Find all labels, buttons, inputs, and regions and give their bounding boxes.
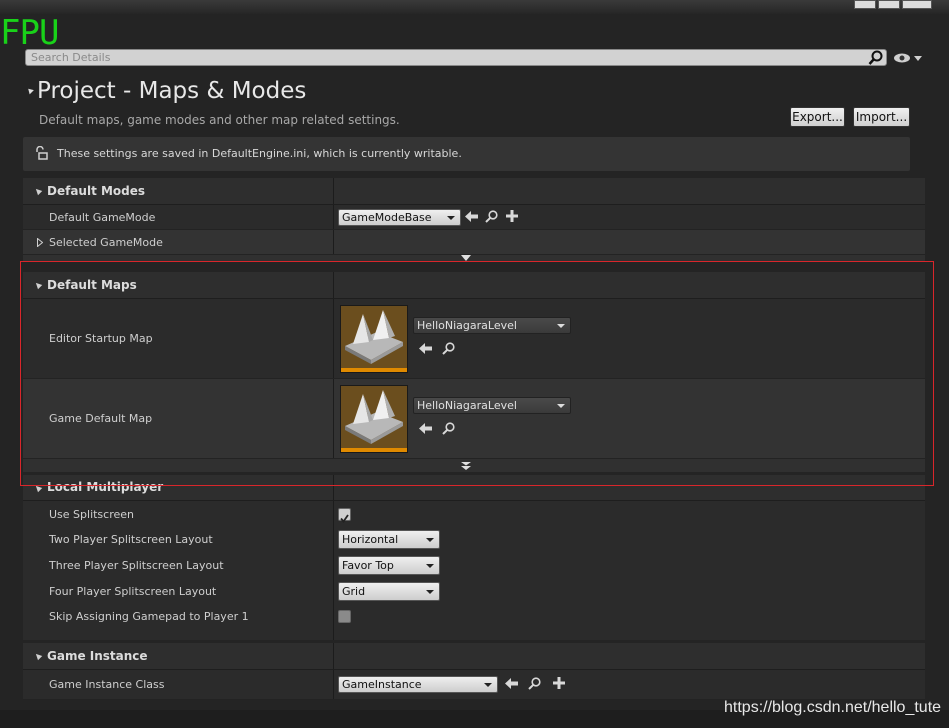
editor-startup-map-dropdown[interactable]: HelloNiagaraLevel xyxy=(413,317,571,334)
export-button[interactable]: Export... xyxy=(790,107,845,127)
chevron-down-icon xyxy=(426,590,434,594)
page-subtitle: Default maps, game modes and other map r… xyxy=(39,113,400,127)
add-plus-icon[interactable] xyxy=(506,210,518,222)
asset-type-bar xyxy=(341,368,407,372)
advanced-expander[interactable] xyxy=(23,255,925,262)
search-bar[interactable]: Search Details xyxy=(25,49,887,66)
expand-arrow-icon[interactable] xyxy=(37,238,43,247)
maximize-button[interactable] xyxy=(878,0,900,9)
debug-overlay-text: FPU xyxy=(0,13,59,53)
skip-gamepad-checkbox[interactable] xyxy=(338,610,351,623)
row-label: Game Default Map xyxy=(49,412,153,425)
dropdown-value: Favor Top xyxy=(342,559,394,572)
search-icon[interactable] xyxy=(868,50,884,66)
row-label: Skip Assigning Gamepad to Player 1 xyxy=(49,610,249,623)
row-label: Game Instance Class xyxy=(49,678,165,691)
game-default-map-dropdown[interactable]: HelloNiagaraLevel xyxy=(413,397,571,414)
default-gamemode-dropdown[interactable]: GameModeBase xyxy=(338,209,461,226)
advanced-expander[interactable] xyxy=(23,459,925,472)
minimize-button[interactable] xyxy=(854,0,876,9)
add-plus-icon[interactable] xyxy=(553,677,565,689)
watermark-text: https://blog.csdn.net/hello_tute xyxy=(724,699,942,716)
collapse-arrow-icon[interactable] xyxy=(26,86,34,95)
game-instance-class-dropdown[interactable]: GameInstance xyxy=(338,676,498,693)
window-title-bar xyxy=(0,0,949,14)
double-chevron-down-icon xyxy=(461,462,471,470)
dropdown-value: HelloNiagaraLevel xyxy=(417,399,517,412)
use-selected-arrow-icon[interactable] xyxy=(465,211,478,222)
chevron-down-icon xyxy=(426,538,434,542)
section-header-game-instance[interactable]: Game Instance xyxy=(23,643,925,670)
notice-text: These settings are saved in DefaultEngin… xyxy=(57,147,462,160)
row-game-instance-class: Game Instance Class GameInstance xyxy=(23,670,925,700)
page-title: Project - Maps & Modes xyxy=(37,78,307,104)
browse-search-icon[interactable] xyxy=(442,342,456,355)
section-title: Game Instance xyxy=(47,649,148,663)
section-game-instance: Game Instance Game Instance Class GameIn… xyxy=(23,643,925,700)
level-thumbnail-icon xyxy=(345,310,403,364)
config-notice: These settings are saved in DefaultEngin… xyxy=(23,137,910,171)
row-label: Use Splitscreen xyxy=(49,508,135,521)
browse-search-icon[interactable] xyxy=(528,677,542,690)
expand-arrow-icon xyxy=(33,483,43,493)
expand-arrow-icon xyxy=(33,280,43,290)
section-title: Local Multiplayer xyxy=(47,480,164,494)
section-title: Default Maps xyxy=(47,278,137,292)
row-game-default-map: Game Default Map HelloNiagaraLevel xyxy=(23,379,925,459)
use-splitscreen-checkbox[interactable] xyxy=(338,508,351,523)
visibility-eye-icon[interactable] xyxy=(893,51,923,65)
chevron-down-icon xyxy=(447,216,455,220)
chevron-down-icon xyxy=(426,564,434,568)
multiplayer-rows: Use Splitscreen Two Player Splitscreen L… xyxy=(23,501,925,640)
chevron-down-icon xyxy=(557,324,565,328)
unlock-icon xyxy=(36,146,48,160)
use-selected-arrow-icon[interactable] xyxy=(419,423,432,434)
section-local-multiplayer: Local Multiplayer Use Splitscreen Two Pl… xyxy=(23,475,925,641)
chevron-down-icon xyxy=(557,404,565,408)
import-button[interactable]: Import... xyxy=(853,107,910,127)
row-label: Default GameMode xyxy=(49,211,156,224)
checkmark-icon xyxy=(340,514,349,523)
row-label: Selected GameMode xyxy=(49,236,163,249)
browse-search-icon[interactable] xyxy=(485,210,499,223)
row-editor-startup-map: Editor Startup Map HelloNiagaraLevel xyxy=(23,299,925,379)
dropdown-value: Horizontal xyxy=(342,533,399,546)
asset-type-bar xyxy=(341,448,407,452)
dropdown-value: HelloNiagaraLevel xyxy=(417,319,517,332)
row-label: Two Player Splitscreen Layout xyxy=(49,533,213,546)
three-player-layout-dropdown[interactable]: Favor Top xyxy=(338,556,440,575)
map-thumbnail[interactable] xyxy=(340,305,408,373)
close-button[interactable] xyxy=(902,0,932,9)
use-selected-arrow-icon[interactable] xyxy=(505,678,518,689)
section-title: Default Modes xyxy=(47,184,146,198)
section-default-maps: Default Maps Editor Startup Map HelloNia… xyxy=(23,272,925,474)
expand-arrow-icon xyxy=(33,186,43,196)
section-header-default-modes[interactable]: Default Modes xyxy=(23,178,925,205)
row-default-gamemode: Default GameMode GameModeBase xyxy=(23,205,925,230)
row-label: Three Player Splitscreen Layout xyxy=(49,559,224,572)
level-thumbnail-icon xyxy=(345,390,403,444)
two-player-layout-dropdown[interactable]: Horizontal xyxy=(338,530,440,549)
section-header-default-maps[interactable]: Default Maps xyxy=(23,272,925,299)
browse-search-icon[interactable] xyxy=(442,422,456,435)
search-placeholder: Search Details xyxy=(31,51,111,64)
chevron-down-icon xyxy=(484,683,492,687)
chevron-down-icon xyxy=(461,255,471,261)
dropdown-value: Grid xyxy=(342,585,366,598)
expand-arrow-icon xyxy=(33,651,43,661)
use-selected-arrow-icon[interactable] xyxy=(419,343,432,354)
row-selected-gamemode[interactable]: Selected GameMode xyxy=(23,230,925,255)
map-thumbnail[interactable] xyxy=(340,385,408,453)
row-label: Editor Startup Map xyxy=(49,332,153,345)
dropdown-value: GameInstance xyxy=(342,678,422,691)
section-default-modes: Default Modes Default GameMode GameModeB… xyxy=(23,178,925,262)
four-player-layout-dropdown[interactable]: Grid xyxy=(338,582,440,601)
dropdown-value: GameModeBase xyxy=(342,211,432,224)
row-label: Four Player Splitscreen Layout xyxy=(49,585,217,598)
section-header-local-multiplayer[interactable]: Local Multiplayer xyxy=(23,475,925,501)
